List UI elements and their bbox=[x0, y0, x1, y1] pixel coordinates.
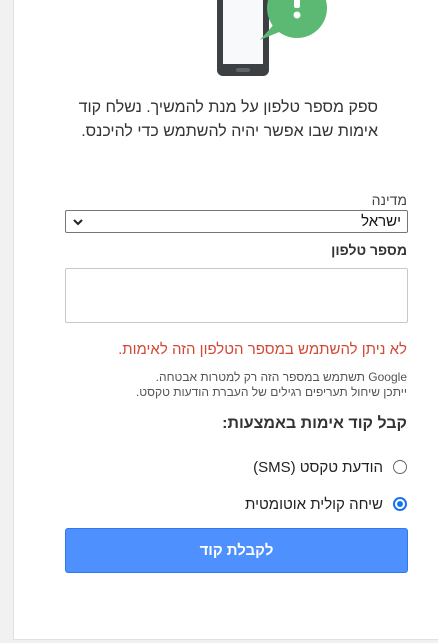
get-code-button[interactable]: לקבלת קוד bbox=[65, 528, 408, 573]
verification-card: ספק מספר טלפון על מנת להמשיך. נשלח קוד א… bbox=[13, 0, 438, 640]
chevron-down-icon bbox=[73, 219, 83, 226]
radio-voice-call[interactable] bbox=[393, 497, 407, 511]
security-note-line-2: ייתכן שיחול תעריפים רגילים של העברת הודע… bbox=[135, 385, 407, 399]
radio-option-sms[interactable]: הודעת טקסט (SMS) bbox=[253, 457, 407, 477]
phone-error-message: לא ניתן להשתמש במספר הטלפון הזה לאימות. bbox=[118, 341, 407, 358]
security-note-line-1: Google תשתמש במספר הזה רק למטרות אבטחה. bbox=[155, 370, 407, 384]
method-title: קבל קוד אימות באמצעות: bbox=[222, 415, 407, 432]
country-label: מדינה bbox=[371, 192, 407, 208]
intro-text: ספק מספר טלפון על מנת להמשיך. נשלח קוד א… bbox=[78, 99, 378, 140]
phone-label: מספר טלפון bbox=[331, 242, 407, 258]
country-selected-value: ישראל bbox=[361, 213, 401, 230]
radio-option-voice-call[interactable]: שיחה קולית אוטומטית bbox=[245, 494, 407, 514]
radio-voice-call-label: שיחה קולית אוטומטית bbox=[245, 495, 383, 513]
phone-input[interactable] bbox=[65, 268, 408, 323]
phone-with-message-bubble-icon bbox=[217, 0, 327, 76]
radio-sms[interactable] bbox=[393, 460, 407, 474]
security-note: Google תשתמש במספר הזה רק למטרות אבטחה. … bbox=[67, 370, 407, 400]
country-select[interactable]: ישראל bbox=[65, 210, 408, 233]
radio-sms-label: הודעת טקסט (SMS) bbox=[253, 458, 383, 476]
